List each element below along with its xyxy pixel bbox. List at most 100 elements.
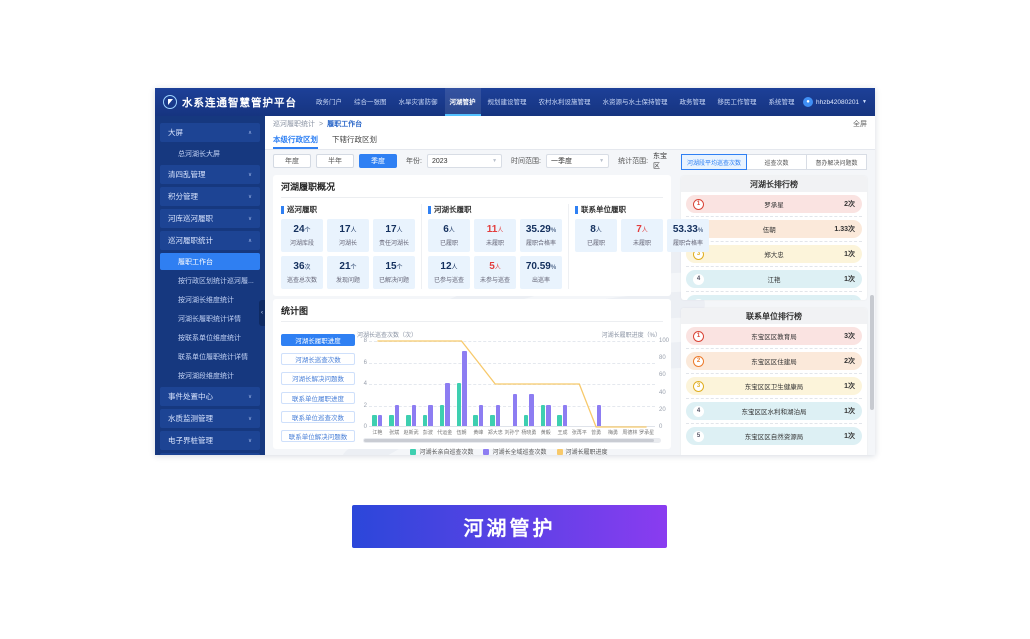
ranking-tab[interactable]: 河湖段平均巡查次数: [681, 154, 747, 170]
nav-item[interactable]: 规划建设管理: [483, 88, 532, 116]
nav-item[interactable]: 水旱灾害防御: [394, 88, 443, 116]
chart-bar[interactable]: [372, 415, 377, 426]
chart-bar[interactable]: [428, 405, 433, 427]
sidebar-item[interactable]: 大屏∧: [160, 123, 260, 142]
sidebar-subitem[interactable]: 履职工作台: [160, 253, 260, 270]
breadcrumb-parent[interactable]: 巡河履职统计: [273, 119, 315, 129]
ranking-row[interactable]: 3东宝区区卫生健康局1次: [686, 377, 862, 395]
nav-item[interactable]: 移民工作管理: [713, 88, 762, 116]
ranking-row[interactable]: 2伍朝1.33次: [686, 220, 862, 238]
chart-bar[interactable]: [389, 415, 394, 426]
user-menu[interactable]: ● hhzb42080201 ▼: [803, 97, 867, 107]
sidebar-subitem[interactable]: 按联系单位维度统计: [160, 329, 260, 346]
x-axis-label: 罗承星: [638, 429, 655, 436]
ranking-row[interactable]: 1东宝区区教育局3次: [686, 327, 862, 345]
legend-item[interactable]: 河湖长亲自巡查次数: [410, 447, 473, 455]
chart-bar[interactable]: [479, 405, 484, 427]
sidebar-subitem[interactable]: 河湖长履职统计详情: [160, 310, 260, 327]
chart-bar[interactable]: [541, 405, 546, 427]
sidebar-item[interactable]: 水质监测管理∨: [160, 409, 260, 428]
chart-mode-button[interactable]: 河湖长巡查次数: [281, 353, 355, 365]
chart-bar[interactable]: [557, 415, 562, 426]
sidebar-subitem[interactable]: 联系单位履职统计详情: [160, 348, 260, 365]
period-button[interactable]: 季度: [359, 154, 397, 168]
legend-item[interactable]: 河湖长全域巡查次数: [483, 447, 546, 455]
chart-mode-button[interactable]: 联系单位履职进度: [281, 392, 355, 404]
sidebar-item[interactable]: 清四乱管理∨: [160, 165, 260, 184]
chart-bar[interactable]: [457, 383, 462, 426]
sidebar-subitem[interactable]: 按行政区划统计巡河履...: [160, 272, 260, 289]
nav-item[interactable]: 综合一张图: [349, 88, 392, 116]
chart-bar[interactable]: [546, 405, 551, 427]
sidebar-item[interactable]: 积分管理∨: [160, 187, 260, 206]
chart-bar[interactable]: [529, 394, 534, 426]
chart-bar[interactable]: [440, 405, 445, 427]
ranking-row[interactable]: 3郑大忠1次: [686, 245, 862, 263]
chevron-down-icon: ▼: [862, 99, 867, 105]
ranking-name: 东宝区区水利和湖泊局: [704, 406, 844, 416]
chart-mode-button[interactable]: 联系单位解决问题数: [281, 430, 355, 442]
chart-bar[interactable]: [378, 415, 383, 426]
sidebar-item[interactable]: 电子界桩管理∨: [160, 431, 260, 450]
ranking-row[interactable]: 5东宝区区自然资源局1次: [686, 427, 862, 445]
chart-bar[interactable]: [524, 415, 529, 426]
overview-groups: 巡河履职24个河湖库段17人河湖长17人责任河湖长36次巡查总次数21个发现问题…: [281, 204, 663, 289]
period-button[interactable]: 年度: [273, 154, 311, 168]
ranking-tab[interactable]: 巡查次数: [746, 154, 807, 170]
sidebar-item[interactable]: 河库巡河履职∨: [160, 209, 260, 228]
legend-item[interactable]: 河湖长履职进度: [557, 447, 608, 455]
level-tab[interactable]: 本级行政区划: [273, 132, 318, 149]
sidebar-subitem[interactable]: 总河湖长大屏: [160, 145, 260, 162]
chart-bar[interactable]: [395, 405, 400, 427]
chart-mode-button[interactable]: 河湖长履职进度: [281, 334, 355, 346]
chart-mode-button[interactable]: 联系单位巡查次数: [281, 411, 355, 423]
nav-item[interactable]: 政务管理: [675, 88, 711, 116]
plot-canvas: [369, 341, 655, 427]
range-select[interactable]: 一季度 ▼: [546, 154, 609, 168]
ranking-name: 东宝区区卫生健康局: [704, 381, 844, 391]
fullscreen-button[interactable]: 全屏: [853, 119, 867, 129]
ranking-row[interactable]: 4江艳1次: [686, 270, 862, 288]
stat-unit: 人: [452, 265, 458, 271]
chart-mode-button[interactable]: 河湖长解决问题数: [281, 372, 355, 384]
chart-bar[interactable]: [563, 405, 568, 427]
sidebar-item[interactable]: 无人机管理∨: [160, 453, 260, 455]
stat-value: 24个: [293, 224, 310, 237]
app-title: 水系连通智慧管护平台: [182, 95, 297, 110]
chart-bar[interactable]: [423, 415, 428, 426]
chart-bar[interactable]: [473, 415, 478, 426]
panel-scrollbar[interactable]: [870, 295, 874, 410]
ranking-tab[interactable]: 督办解决问题数: [806, 154, 867, 170]
sidebar-subitem[interactable]: 按河湖长维度统计: [160, 291, 260, 308]
chart-scrollbar[interactable]: [363, 438, 661, 443]
chart-bar[interactable]: [490, 415, 495, 426]
chart-bar[interactable]: [496, 405, 501, 427]
ranking-row[interactable]: 2东宝区区住建局2次: [686, 352, 862, 370]
y-axis-tick-right: 60: [659, 372, 666, 378]
chart-bar[interactable]: [412, 405, 417, 427]
chart-scrollbar-thumb[interactable]: [364, 439, 654, 442]
sidebar-subitem[interactable]: 按河湖段维度统计: [160, 367, 260, 384]
nav-item[interactable]: 河湖管护: [445, 88, 481, 116]
app-window: 水系连通智慧管护平台 政务门户综合一张图水旱灾害防御河湖管护规划建设管理农村水利…: [155, 88, 875, 455]
period-button[interactable]: 半年: [316, 154, 354, 168]
nav-item[interactable]: 政务门户: [311, 88, 347, 116]
ranking-row[interactable]: 1罗承星2次: [686, 195, 862, 213]
sidebar-item[interactable]: 事件处置中心∨: [160, 387, 260, 406]
stat-value: 12人: [440, 261, 457, 274]
nav-item[interactable]: 系统管理: [764, 88, 800, 116]
ranking-row[interactable]: 5黄毅1次: [686, 295, 862, 300]
level-tab[interactable]: 下辖行政区划: [332, 132, 377, 149]
nav-item[interactable]: 水资源与水土保持管理: [598, 88, 673, 116]
chart-bar[interactable]: [445, 383, 450, 426]
ranking-row[interactable]: 4东宝区区水利和湖泊局1次: [686, 402, 862, 420]
chart-bar[interactable]: [597, 405, 602, 427]
title-bar-icon: [281, 206, 284, 214]
sidebar-item[interactable]: 巡河履职统计∧: [160, 231, 260, 250]
year-select[interactable]: 2023 ▼: [427, 154, 502, 168]
chart-bar[interactable]: [406, 415, 411, 426]
nav-item[interactable]: 农村水利设施管理: [534, 88, 596, 116]
stat-group-label: 河湖长履职: [434, 204, 472, 215]
chart-bar[interactable]: [462, 351, 467, 426]
chart-bar[interactable]: [513, 394, 518, 426]
